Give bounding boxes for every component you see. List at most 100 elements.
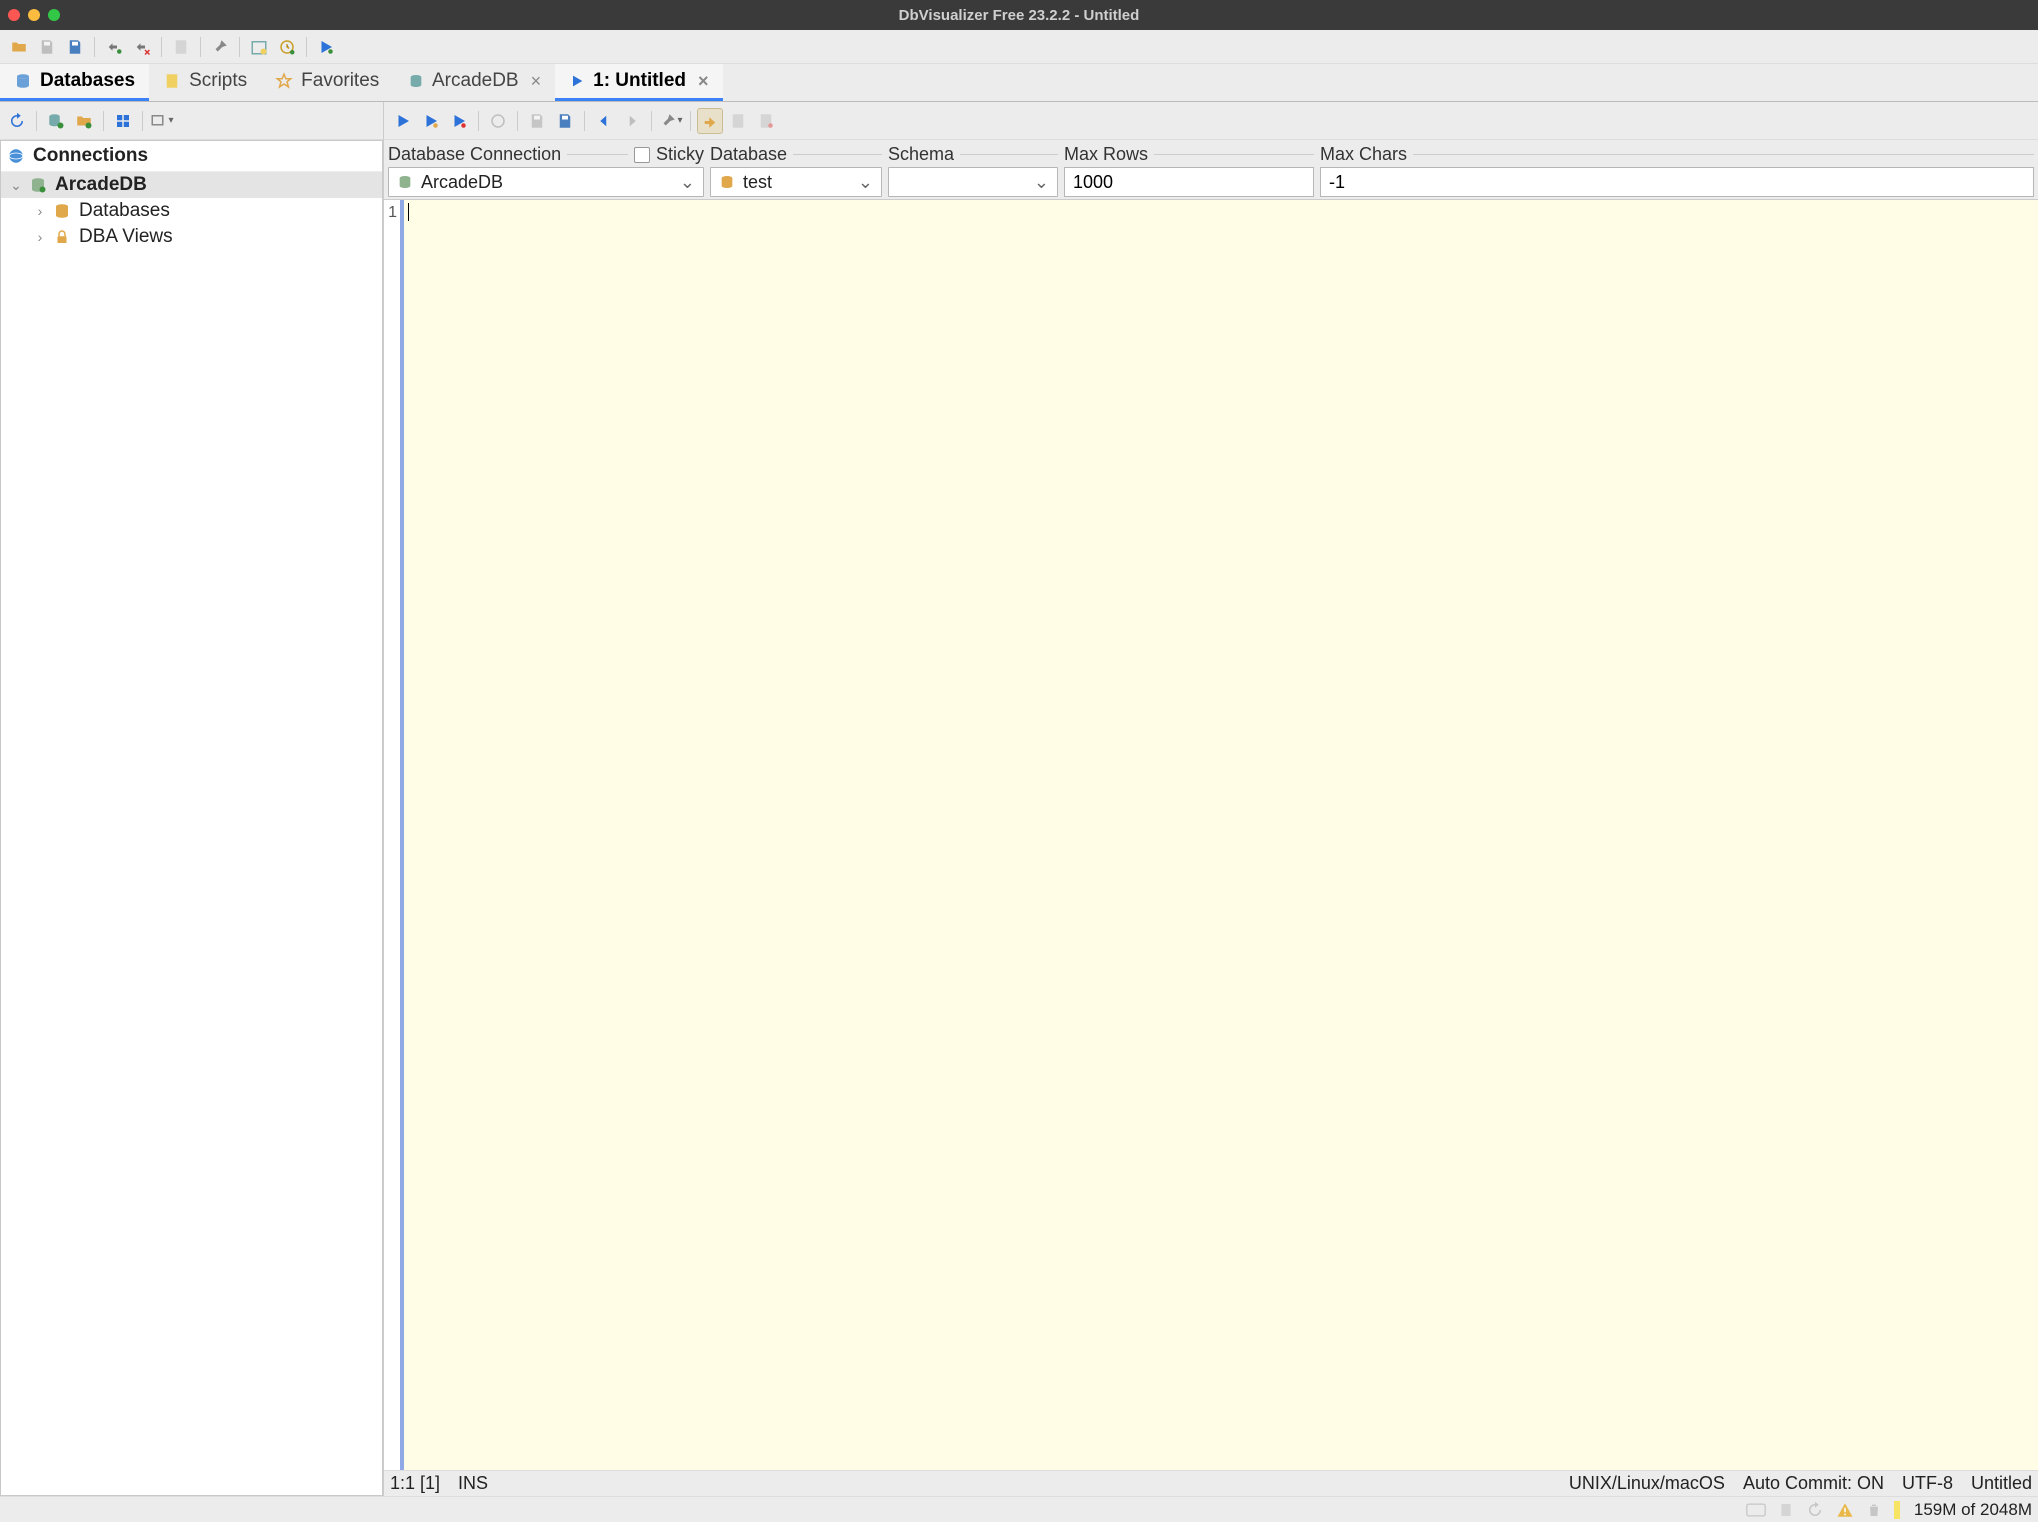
execute-button[interactable] — [390, 108, 416, 134]
main-toolbar — [0, 30, 2038, 64]
tab-label: Favorites — [301, 70, 379, 92]
expand-icon[interactable]: › — [35, 229, 45, 245]
expand-icon[interactable]: › — [35, 203, 45, 219]
tab-label: ArcadeDB — [432, 70, 519, 92]
editor-tab-arcadedb[interactable]: ArcadeDB × — [394, 64, 555, 101]
database-label: Database — [710, 144, 787, 165]
connect-button[interactable] — [101, 34, 127, 60]
lock-icon — [53, 228, 71, 246]
trash-icon[interactable] — [1866, 1501, 1882, 1519]
tab-label: Databases — [40, 70, 135, 92]
filter-dropdown-button[interactable]: ▾ — [149, 108, 175, 134]
schedule-button[interactable] — [246, 34, 272, 60]
database-connected-icon — [29, 176, 47, 194]
editor-status-bar: 1:1 [1] INS UNIX/Linux/macOS Auto Commit… — [384, 1470, 2038, 1496]
app-status-bar: 159M of 2048M — [0, 1496, 2038, 1522]
tab-bar: Databases Scripts Favorites ArcadeDB × 1… — [0, 64, 2038, 102]
sql-tools-button[interactable]: ▾ — [658, 108, 684, 134]
editor-pane: ▾ Database Connection Sticky ArcadeDB ⌄ — [384, 102, 2038, 1496]
stop-button — [485, 108, 511, 134]
collapse-all-button[interactable] — [110, 108, 136, 134]
previous-button[interactable] — [591, 108, 617, 134]
run-script-button[interactable] — [313, 34, 339, 60]
save-button[interactable] — [524, 108, 550, 134]
left-tab-group: Databases Scripts Favorites — [0, 64, 384, 101]
code-area[interactable] — [404, 200, 2038, 1470]
editor-tab-untitled[interactable]: 1: Untitled × — [555, 64, 722, 101]
editor-tab-group: ArcadeDB × 1: Untitled × — [384, 64, 2038, 101]
task-icon[interactable] — [1778, 1501, 1794, 1519]
tab-favorites[interactable]: Favorites — [261, 64, 393, 101]
warning-icon[interactable] — [1836, 1501, 1854, 1519]
schema-label: Schema — [888, 144, 954, 165]
history-button[interactable] — [274, 34, 300, 60]
close-tab-icon[interactable]: × — [531, 71, 542, 92]
disconnect-button[interactable] — [129, 34, 155, 60]
tab-label: 1: Untitled — [593, 70, 686, 92]
database-icon — [397, 174, 413, 190]
db-connection-value: ArcadeDB — [421, 172, 503, 193]
tree-node-label: DBA Views — [79, 226, 173, 248]
sql-editor: 1 — [384, 199, 2038, 1470]
cursor-position: 1:1 [1] — [390, 1473, 440, 1494]
tab-scripts[interactable]: Scripts — [149, 64, 261, 101]
save-as-button[interactable] — [62, 34, 88, 60]
refresh-icon[interactable] — [1806, 1501, 1824, 1519]
tree-node-arcadedb[interactable]: ⌄ ArcadeDB — [1, 172, 382, 198]
globe-icon — [7, 147, 25, 165]
refresh-button[interactable] — [4, 108, 30, 134]
tab-databases[interactable]: Databases — [0, 64, 149, 101]
minimize-window-button[interactable] — [28, 9, 40, 21]
next-button[interactable] — [619, 108, 645, 134]
database-icon — [14, 72, 32, 90]
open-folder-button[interactable] — [6, 34, 32, 60]
connection-tree[interactable]: Connections ⌄ ArcadeDB › Databases › DBA… — [0, 140, 383, 1496]
document-name: Untitled — [1971, 1473, 2032, 1494]
memory-usage: 159M of 2048M — [1914, 1500, 2032, 1520]
database-value: test — [743, 172, 772, 193]
tools-button[interactable] — [207, 34, 233, 60]
sticky-checkbox[interactable] — [634, 147, 650, 163]
connection-controls: Database Connection Sticky ArcadeDB ⌄ Da… — [384, 140, 2038, 199]
new-connection-button[interactable] — [43, 108, 69, 134]
database-icon — [408, 73, 424, 89]
max-rows-input[interactable] — [1064, 167, 1314, 197]
zoom-window-button[interactable] — [48, 9, 60, 21]
line-gutter: 1 — [384, 200, 404, 1470]
save-as-button[interactable] — [552, 108, 578, 134]
close-window-button[interactable] — [8, 9, 20, 21]
sticky-label: Sticky — [656, 144, 704, 165]
database-select[interactable]: test ⌄ — [710, 167, 882, 197]
close-tab-icon[interactable]: × — [698, 71, 709, 92]
sidebar-toolbar: ▾ — [0, 102, 383, 140]
tab-label: Scripts — [189, 70, 247, 92]
memory-bar — [1894, 1501, 1900, 1519]
max-chars-input[interactable] — [1320, 167, 2034, 197]
rollback-button — [753, 108, 779, 134]
schema-select[interactable]: ⌄ — [888, 167, 1058, 197]
auto-commit-toggle[interactable] — [697, 108, 723, 134]
collapse-icon[interactable]: ⌄ — [11, 177, 21, 194]
line-number: 1 — [388, 204, 397, 221]
tree-node-label: Databases — [79, 200, 170, 222]
new-document-button[interactable] — [168, 34, 194, 60]
execute-stop-on-error-button[interactable] — [446, 108, 472, 134]
save-button[interactable] — [34, 34, 60, 60]
window-title: DbVisualizer Free 23.2.2 - Untitled — [899, 7, 1140, 24]
database-icon — [53, 202, 71, 220]
database-icon — [719, 174, 735, 190]
script-icon — [163, 72, 181, 90]
auto-commit-status: Auto Commit: ON — [1743, 1473, 1884, 1494]
encoding: UTF-8 — [1902, 1473, 1953, 1494]
tree-node-databases[interactable]: › Databases — [1, 198, 382, 224]
keyboard-icon[interactable] — [1746, 1503, 1766, 1517]
main-body: ▾ Connections ⌄ ArcadeDB › Databases › D… — [0, 102, 2038, 1496]
chevron-down-icon: ⌄ — [1034, 172, 1049, 193]
execute-current-button[interactable] — [418, 108, 444, 134]
new-folder-button[interactable] — [71, 108, 97, 134]
db-connection-label: Database Connection — [388, 144, 561, 165]
tree-header-label: Connections — [33, 145, 148, 167]
star-icon — [275, 72, 293, 90]
db-connection-select[interactable]: ArcadeDB ⌄ — [388, 167, 704, 197]
tree-node-dba-views[interactable]: › DBA Views — [1, 224, 382, 250]
